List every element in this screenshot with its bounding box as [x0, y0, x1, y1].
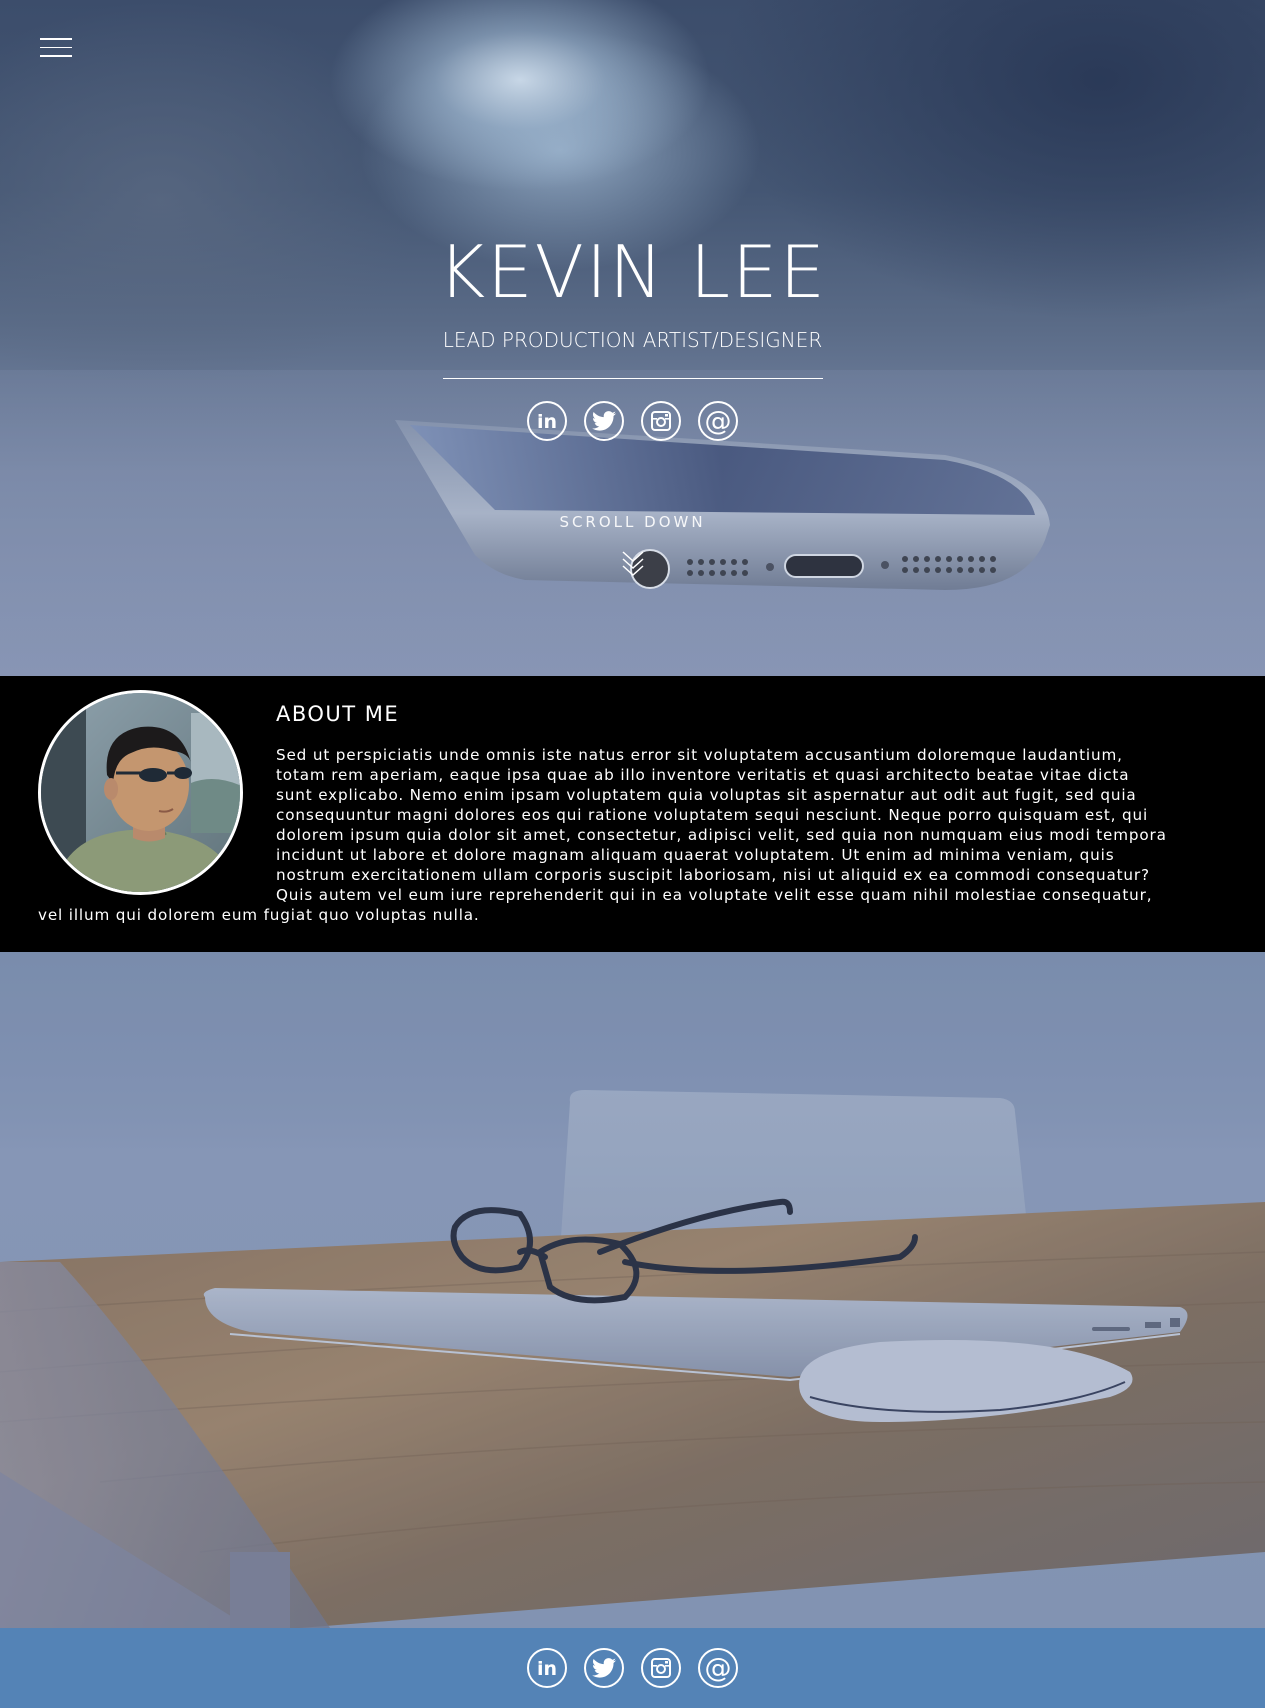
svg-text:in: in	[537, 1658, 557, 1679]
hamburger-menu-icon[interactable]	[40, 38, 72, 58]
svg-text:@: @	[705, 406, 732, 436]
svg-text:in: in	[537, 411, 557, 432]
about-section: ABOUT ME Sed ut perspiciatis unde omnis …	[0, 676, 1265, 952]
scroll-down-link[interactable]: SCROLL DOWN	[0, 513, 1265, 531]
hero-name: KEVIN LEE	[437, 230, 828, 314]
linkedin-icon[interactable]: in	[527, 1648, 567, 1688]
hero-social-links: in @	[0, 401, 1265, 441]
email-icon[interactable]: @	[698, 1648, 738, 1688]
twitter-icon[interactable]	[584, 1648, 624, 1688]
email-icon[interactable]: @	[698, 401, 738, 441]
twitter-icon[interactable]	[584, 401, 624, 441]
instagram-icon[interactable]	[641, 401, 681, 441]
hero-job-title: LEAD PRODUCTION ARTIST/DESIGNER	[442, 328, 823, 352]
footer-social-links: in @	[527, 1648, 738, 1688]
about-heading: ABOUT ME	[276, 702, 400, 726]
hero-divider	[442, 378, 823, 379]
desk-image	[0, 952, 1265, 1628]
footer: in @	[0, 1628, 1265, 1708]
svg-text:@: @	[705, 1653, 732, 1683]
phone-image	[395, 420, 1050, 590]
instagram-icon[interactable]	[641, 1648, 681, 1688]
about-body-text: Sed ut perspiciatis unde omnis iste natu…	[38, 746, 1167, 924]
linkedin-icon[interactable]: in	[527, 401, 567, 441]
hero-section: KEVIN LEE LEAD PRODUCTION ARTIST/DESIGNE…	[0, 0, 1265, 676]
chevron-down-icon[interactable]	[621, 550, 645, 576]
desk-image-section	[0, 952, 1265, 1628]
hero-content: KEVIN LEE LEAD PRODUCTION ARTIST/DESIGNE…	[0, 230, 1265, 441]
